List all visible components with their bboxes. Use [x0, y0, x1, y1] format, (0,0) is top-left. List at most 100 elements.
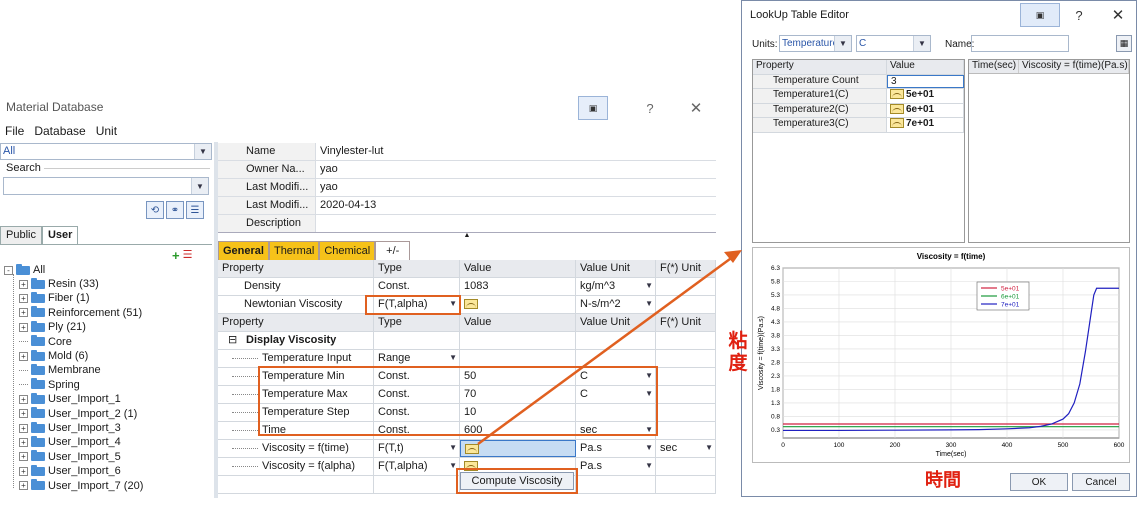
refresh-button[interactable]: ⟲: [146, 201, 164, 219]
expand-icon[interactable]: +: [19, 351, 28, 361]
property-value[interactable]: [460, 440, 576, 457]
info-value[interactable]: yao: [316, 179, 338, 196]
tab-general[interactable]: General: [218, 241, 269, 260]
expand-icon[interactable]: +: [19, 293, 28, 303]
info-value[interactable]: [316, 215, 320, 232]
close-window-button[interactable]: ✕: [1108, 3, 1128, 27]
menu-file[interactable]: File: [5, 124, 24, 138]
chevron-down-icon[interactable]: ▼: [645, 443, 653, 452]
lookup-table-icon[interactable]: [464, 299, 478, 310]
chevron-down-icon[interactable]: ▼: [705, 443, 713, 452]
units-unit-select[interactable]: C ▼: [856, 35, 931, 52]
restore-window-button[interactable]: ▣: [578, 96, 608, 120]
collapse-icon[interactable]: -: [4, 265, 13, 275]
property-value[interactable]: [460, 350, 576, 367]
add-icon[interactable]: +: [172, 248, 180, 263]
list-view-button[interactable]: ☰: [186, 201, 204, 219]
chevron-down-icon[interactable]: ▼: [645, 281, 653, 290]
menu-unit[interactable]: Unit: [96, 124, 117, 138]
lut-value[interactable]: 3: [887, 74, 964, 88]
lut-value[interactable]: 7e+01: [887, 118, 964, 132]
tree-item[interactable]: + Mold (6): [19, 349, 88, 362]
property-unit[interactable]: [576, 350, 656, 367]
units-quantity-select[interactable]: Temperature ▼: [779, 35, 852, 52]
tree-item[interactable]: + User_Import_6: [19, 464, 121, 477]
tree-item[interactable]: Core: [19, 335, 72, 348]
column-header: Property: [218, 260, 374, 277]
lut-value[interactable]: 5e+01: [887, 89, 964, 103]
filter-select[interactable]: All ▼: [0, 143, 212, 160]
name-input[interactable]: [971, 35, 1069, 52]
expand-icon[interactable]: +: [19, 437, 28, 447]
info-value[interactable]: yao: [316, 161, 338, 178]
tree-item[interactable]: + User_Import_2 (1): [19, 407, 137, 420]
tree-root[interactable]: - All: [4, 263, 45, 276]
info-splitter[interactable]: ▲: [218, 232, 716, 239]
expand-icon[interactable]: +: [19, 452, 28, 462]
chevron-down-icon[interactable]: ▼: [645, 299, 653, 308]
search-input[interactable]: ▼: [3, 177, 209, 195]
property-unit[interactable]: kg/m^3 ▼: [576, 278, 656, 295]
property-funit[interactable]: [656, 386, 716, 403]
chevron-down-icon: ▼: [913, 36, 930, 51]
tree-item[interactable]: + User_Import_3: [19, 421, 121, 434]
tab-user[interactable]: User: [41, 226, 79, 244]
help-button[interactable]: ?: [1072, 3, 1086, 27]
tree-item[interactable]: Membrane: [19, 363, 101, 376]
expand-icon[interactable]: +: [19, 481, 28, 491]
expand-icon[interactable]: +: [19, 423, 28, 433]
restore-window-button[interactable]: ▣: [1020, 3, 1060, 27]
tree-item[interactable]: + User_Import_4: [19, 435, 121, 448]
tree-item[interactable]: + Reinforcement (51): [19, 306, 142, 319]
tab-thermal[interactable]: Thermal: [268, 241, 320, 260]
info-value[interactable]: Vinylester-lut: [316, 143, 383, 160]
section-title[interactable]: Display Viscosity ⊟: [218, 332, 374, 349]
chevron-down-icon[interactable]: ▼: [449, 443, 457, 452]
tree-item[interactable]: + User_Import_5: [19, 450, 121, 463]
property-funit[interactable]: [656, 368, 716, 385]
property-funit[interactable]: [656, 404, 716, 421]
expand-icon[interactable]: +: [19, 308, 28, 318]
property-type[interactable]: Range ▼: [374, 350, 460, 367]
tree-item[interactable]: + Ply (21): [19, 320, 86, 333]
tree-item[interactable]: + User_Import_7 (20): [19, 479, 143, 492]
lut-value[interactable]: 6e+01: [887, 103, 964, 117]
property-type[interactable]: F(T,t) ▼: [374, 440, 460, 457]
tab-chemical[interactable]: Chemical: [319, 241, 376, 260]
tree-item[interactable]: + Resin (33): [19, 277, 99, 290]
ok-button[interactable]: OK: [1010, 473, 1068, 491]
property-value[interactable]: 1083: [460, 278, 576, 295]
property-unit[interactable]: N-s/m^2 ▼: [576, 296, 656, 313]
cancel-button[interactable]: Cancel: [1072, 473, 1130, 491]
chevron-down-icon[interactable]: ▼: [449, 353, 457, 362]
menu-database[interactable]: Database: [34, 124, 85, 138]
expand-icon[interactable]: +: [19, 279, 28, 289]
delete-icon[interactable]: ☰: [183, 248, 193, 263]
collapse-icon[interactable]: ⊟: [228, 333, 237, 346]
tab-add-remove[interactable]: +/-: [375, 241, 411, 260]
property-type[interactable]: Const.: [374, 278, 460, 295]
calculator-button[interactable]: ▦: [1116, 35, 1132, 52]
chevron-down-icon[interactable]: ▼: [645, 461, 653, 470]
lookup-table-icon[interactable]: [465, 444, 479, 455]
expand-icon[interactable]: +: [19, 394, 28, 404]
property-type[interactable]: F(T,alpha) ▼: [374, 458, 460, 475]
property-funit[interactable]: sec ▼: [656, 440, 716, 457]
help-button[interactable]: ?: [640, 96, 660, 120]
info-value[interactable]: 2020-04-13: [316, 197, 376, 214]
property-unit[interactable]: Pa.s ▼: [576, 458, 656, 475]
close-window-button[interactable]: ✕: [686, 96, 706, 120]
expand-icon[interactable]: +: [19, 466, 28, 476]
property-value[interactable]: [460, 296, 576, 313]
property-funit[interactable]: [656, 422, 716, 439]
property-unit[interactable]: Pa.s ▼: [576, 440, 656, 457]
find-button[interactable]: ⚭: [166, 201, 184, 219]
tree-item[interactable]: + Fiber (1): [19, 291, 90, 304]
expand-icon[interactable]: +: [19, 409, 28, 419]
tree-item[interactable]: + User_Import_1: [19, 392, 121, 405]
property-funit[interactable]: [656, 350, 716, 367]
expand-icon[interactable]: +: [19, 322, 28, 332]
property-funit[interactable]: [656, 458, 716, 475]
tab-public[interactable]: Public: [0, 226, 42, 244]
tree-item[interactable]: Spring: [19, 378, 80, 391]
